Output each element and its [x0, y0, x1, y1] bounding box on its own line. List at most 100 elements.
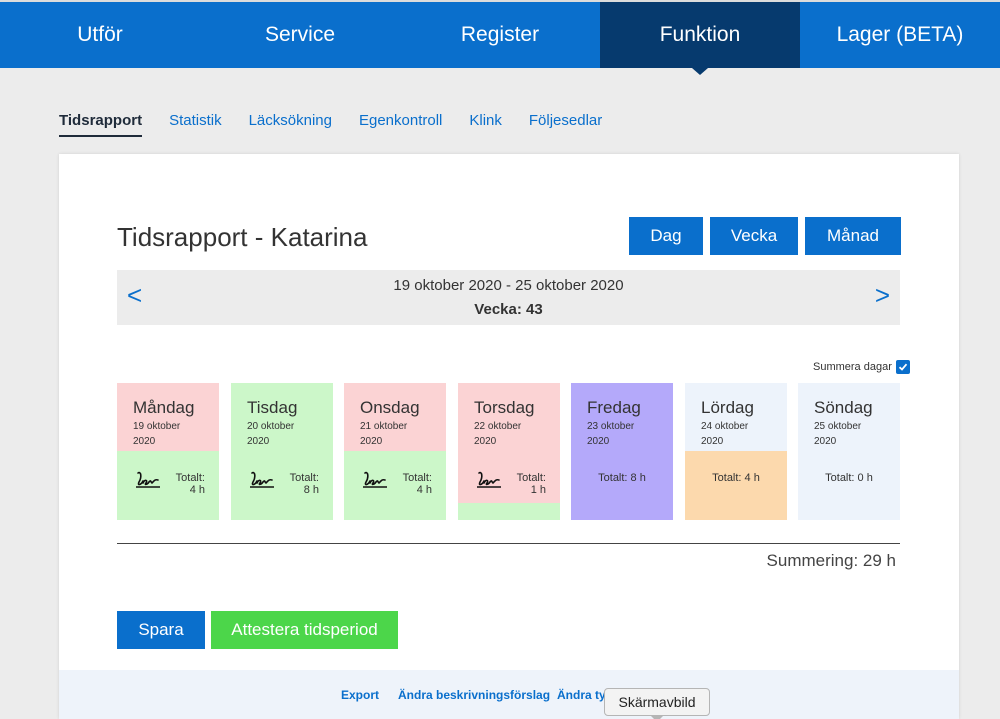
day-date-text: 20 oktober [247, 421, 295, 432]
day-year: 2020 [360, 436, 383, 447]
summera-dagar-toggle: Summera dagar [813, 360, 910, 374]
nav-funktion[interactable]: Funktion [600, 2, 800, 75]
day-total-value: 1 h [530, 484, 546, 496]
day-total-label: Totalt: [402, 472, 432, 484]
summera-label: Summera dagar [813, 361, 892, 373]
day-total-value: 8 h [303, 484, 319, 496]
day-total-value: 4 h [189, 484, 205, 496]
day-header: Torsdag 22 oktober 2020 [458, 383, 560, 451]
week-view-button[interactable]: Vecka [710, 217, 798, 255]
day-year: 2020 [133, 436, 156, 447]
tab-klink[interactable]: Klink [469, 112, 502, 137]
day-header: Onsdag 21 oktober 2020 [344, 383, 446, 451]
sub-tabs: Tidsrapport Statistik Läcksökning Egenko… [59, 112, 629, 137]
day-date-text: 21 oktober [360, 421, 408, 432]
tab-egenkontroll[interactable]: Egenkontroll [359, 112, 442, 137]
nav-service[interactable]: Service [200, 2, 400, 68]
day-total-area: Totalt: 0 h [798, 451, 900, 520]
day-date: 22 oktober 2020 [474, 419, 521, 449]
day-card[interactable]: Söndag 25 oktober 2020 Totalt: 0 h [798, 383, 900, 520]
day-total-area: Totalt: 1 h [458, 451, 560, 503]
day-date-text: 24 oktober [701, 421, 749, 432]
footer-link-change-descriptions[interactable]: Ändra beskrivningsförslag [398, 688, 550, 702]
day-date: 24 oktober 2020 [701, 419, 748, 449]
day-total: Totalt: 4 h [403, 472, 432, 496]
signature-icon [136, 471, 160, 488]
day-status-strip [458, 503, 560, 520]
tab-statistik[interactable]: Statistik [169, 112, 222, 137]
day-view-button[interactable]: Dag [629, 217, 703, 255]
day-date: 19 oktober 2020 [133, 419, 180, 449]
day-name: Fredag [587, 398, 641, 417]
day-date: 25 oktober 2020 [814, 419, 861, 449]
day-card[interactable]: Lördag 24 oktober 2020 Totalt: 4 h [685, 383, 787, 520]
day-total: Totalt: 4 h [712, 472, 760, 484]
day-total: Totalt: 0 h [825, 472, 873, 484]
day-total: Totalt: 1 h [517, 472, 546, 496]
day-year: 2020 [701, 436, 724, 447]
main-nav: Utför Service Register Funktion Lager (B… [0, 2, 1000, 75]
day-year: 2020 [814, 436, 837, 447]
day-name: Tisdag [247, 398, 298, 417]
day-card[interactable]: Måndag 19 oktober 2020 Totalt: 4 h [117, 383, 219, 520]
tab-lacksokning[interactable]: Läcksökning [249, 112, 332, 137]
day-header: Söndag 25 oktober 2020 [798, 383, 900, 451]
signature-icon [363, 471, 387, 488]
day-total-label: Totalt: [516, 472, 546, 484]
screenshot-tooltip: Skärmavbild [604, 688, 710, 719]
day-total: Totalt: 8 h [598, 472, 646, 484]
day-year: 2020 [247, 436, 270, 447]
day-total-area: Totalt: 4 h [117, 451, 219, 520]
day-total-area: Totalt: 4 h [685, 451, 787, 520]
day-year: 2020 [587, 436, 610, 447]
day-header: Tisdag 20 oktober 2020 [231, 383, 333, 451]
view-mode-buttons: Dag Vecka Månad [629, 217, 901, 255]
day-name: Onsdag [360, 398, 420, 417]
summary-divider [117, 543, 900, 544]
day-year: 2020 [474, 436, 497, 447]
day-name: Måndag [133, 398, 195, 417]
month-view-button[interactable]: Månad [805, 217, 901, 255]
date-navigator: < 19 oktober 2020 - 25 oktober 2020 Veck… [117, 270, 900, 325]
report-card: Tidsrapport - Katarina Dag Vecka Månad <… [59, 154, 959, 719]
day-card[interactable]: Torsdag 22 oktober 2020 Totalt: 1 h [458, 383, 560, 520]
day-header: Fredag 23 oktober 2020 [571, 383, 673, 451]
day-header: Lördag 24 oktober 2020 [685, 383, 787, 451]
day-header: Måndag 19 oktober 2020 [117, 383, 219, 451]
signature-icon [477, 471, 501, 488]
day-date-text: 22 oktober [474, 421, 522, 432]
summera-checkbox[interactable] [895, 360, 910, 374]
day-name: Torsdag [474, 398, 535, 417]
day-total-label: Totalt: [289, 472, 319, 484]
day-total: Totalt: 8 h [290, 472, 319, 496]
day-card[interactable]: Tisdag 20 oktober 2020 Totalt: 8 h [231, 383, 333, 520]
day-name: Söndag [814, 398, 873, 417]
nav-utfor[interactable]: Utför [0, 2, 200, 68]
page-title: Tidsrapport - Katarina [117, 222, 368, 252]
day-card[interactable]: Onsdag 21 oktober 2020 Totalt: 4 h [344, 383, 446, 520]
check-icon [898, 363, 908, 371]
day-card[interactable]: Fredag 23 oktober 2020 Totalt: 8 h [571, 383, 673, 520]
day-total: Totalt: 4 h [176, 472, 205, 496]
tab-foljesedlar[interactable]: Följesedlar [529, 112, 602, 137]
week-number: Vecka: 43 [474, 301, 543, 318]
date-range: 19 oktober 2020 - 25 oktober 2020 [393, 277, 624, 294]
day-date-text: 23 oktober [587, 421, 635, 432]
tab-tidsrapport[interactable]: Tidsrapport [59, 112, 143, 137]
save-button[interactable]: Spara [117, 611, 205, 649]
next-week-button[interactable]: > [875, 280, 890, 311]
day-date: 21 oktober 2020 [360, 419, 407, 449]
nav-register[interactable]: Register [400, 2, 600, 68]
day-total-label: Totalt: [175, 472, 205, 484]
day-total-area: Totalt: 8 h [571, 451, 673, 520]
day-name: Lördag [701, 398, 754, 417]
nav-lager[interactable]: Lager (BETA) [800, 2, 1000, 68]
day-total-area: Totalt: 8 h [231, 451, 333, 520]
signature-icon [250, 471, 274, 488]
day-total-area: Totalt: 4 h [344, 451, 446, 520]
footer-link-export[interactable]: Export [341, 688, 379, 702]
footer: Export Ändra beskrivningsförslag Ändra t… [59, 670, 959, 719]
attest-period-button[interactable]: Attestera tidsperiod [211, 611, 398, 649]
week-summary: Summering: 29 h [766, 551, 896, 570]
day-total-value: 4 h [416, 484, 432, 496]
